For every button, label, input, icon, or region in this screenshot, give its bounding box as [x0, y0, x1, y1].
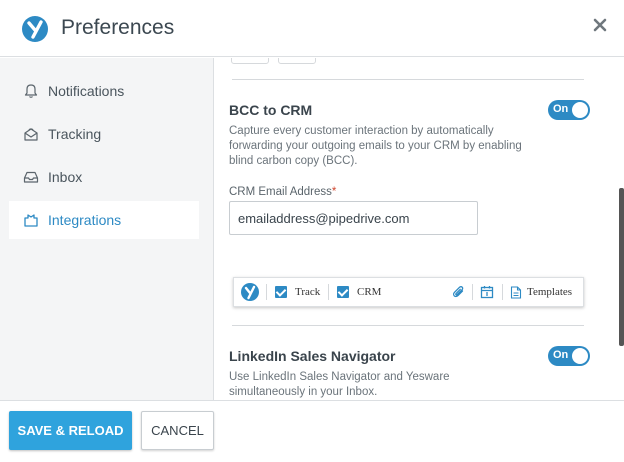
crm-checkbox[interactable]: CRM	[337, 278, 381, 306]
modal-header: Preferences	[0, 0, 624, 57]
partial-button[interactable]	[231, 58, 269, 64]
linkedin-section-title: LinkedIn Sales Navigator	[229, 348, 396, 364]
sidebar-item-label: Integrations	[48, 212, 122, 228]
sidebar-item-label: Notifications	[48, 83, 125, 99]
calendar-icon	[480, 286, 494, 299]
toolbar-separator	[502, 284, 503, 300]
modal-footer: SAVE & RELOAD CANCEL	[0, 400, 624, 462]
inbox-icon	[23, 171, 39, 183]
yesware-logo	[22, 16, 48, 42]
page-title: Preferences	[61, 16, 175, 39]
crm-email-input[interactable]	[229, 201, 478, 235]
divider	[232, 325, 584, 326]
required-mark: *	[331, 186, 337, 198]
integrations-panel: BCC to CRM On Capture every customer int…	[215, 58, 610, 400]
toolbar-separator	[472, 284, 473, 300]
toolbar-separator	[266, 284, 267, 300]
sidebar-item-notifications[interactable]: Notifications	[9, 72, 199, 110]
divider	[232, 79, 584, 80]
compose-toolbar-preview: Track CRM Templates	[233, 277, 584, 307]
bell-icon	[24, 84, 38, 98]
save-reload-button[interactable]: SAVE & RELOAD	[9, 411, 132, 450]
tracking-icon	[24, 128, 38, 141]
track-checkbox[interactable]: Track	[275, 278, 320, 306]
sidebar: Notifications Tracking Inbox Integration…	[0, 58, 214, 400]
track-label: Track	[295, 286, 321, 298]
toggle-label: On	[553, 103, 569, 115]
crm-label: CRM	[357, 286, 382, 298]
checkbox-checked-icon	[275, 286, 287, 298]
schedule-icon[interactable]	[480, 278, 494, 306]
templates-label: Templates	[527, 286, 573, 298]
integrations-icon	[24, 214, 38, 227]
bcc-description: Capture every customer interaction by au…	[229, 125, 522, 167]
toolbar-separator	[328, 284, 329, 300]
sidebar-item-label: Inbox	[48, 169, 83, 185]
bcc-toggle[interactable]: On	[548, 100, 590, 120]
crm-email-label: CRM Email Address*	[229, 186, 336, 198]
sidebar-item-integrations[interactable]: Integrations	[9, 201, 199, 239]
partial-button[interactable]	[278, 58, 316, 64]
linkedin-description: Use LinkedIn Sales Navigator and Yesware…	[229, 371, 450, 398]
checkbox-checked-icon	[337, 286, 349, 298]
sidebar-item-inbox[interactable]: Inbox	[9, 158, 199, 196]
toggle-knob	[572, 348, 588, 364]
yesware-toolbar-logo	[241, 278, 259, 306]
scrollbar[interactable]	[619, 188, 624, 346]
toggle-knob	[572, 102, 588, 118]
sidebar-item-tracking[interactable]: Tracking	[9, 115, 199, 153]
linkedin-toggle[interactable]: On	[548, 346, 590, 366]
yesware-icon	[241, 283, 259, 301]
attachment-icon[interactable]	[452, 278, 466, 306]
crm-email-label-text: CRM Email Address	[229, 186, 332, 198]
toggle-label: On	[553, 349, 569, 361]
close-icon[interactable]	[590, 15, 610, 35]
document-icon	[510, 285, 522, 299]
templates-button[interactable]: Templates	[510, 278, 572, 306]
sidebar-item-label: Tracking	[48, 126, 102, 142]
bcc-section-title: BCC to CRM	[229, 102, 313, 118]
paperclip-icon	[452, 286, 464, 298]
cancel-button[interactable]: CANCEL	[141, 411, 214, 450]
